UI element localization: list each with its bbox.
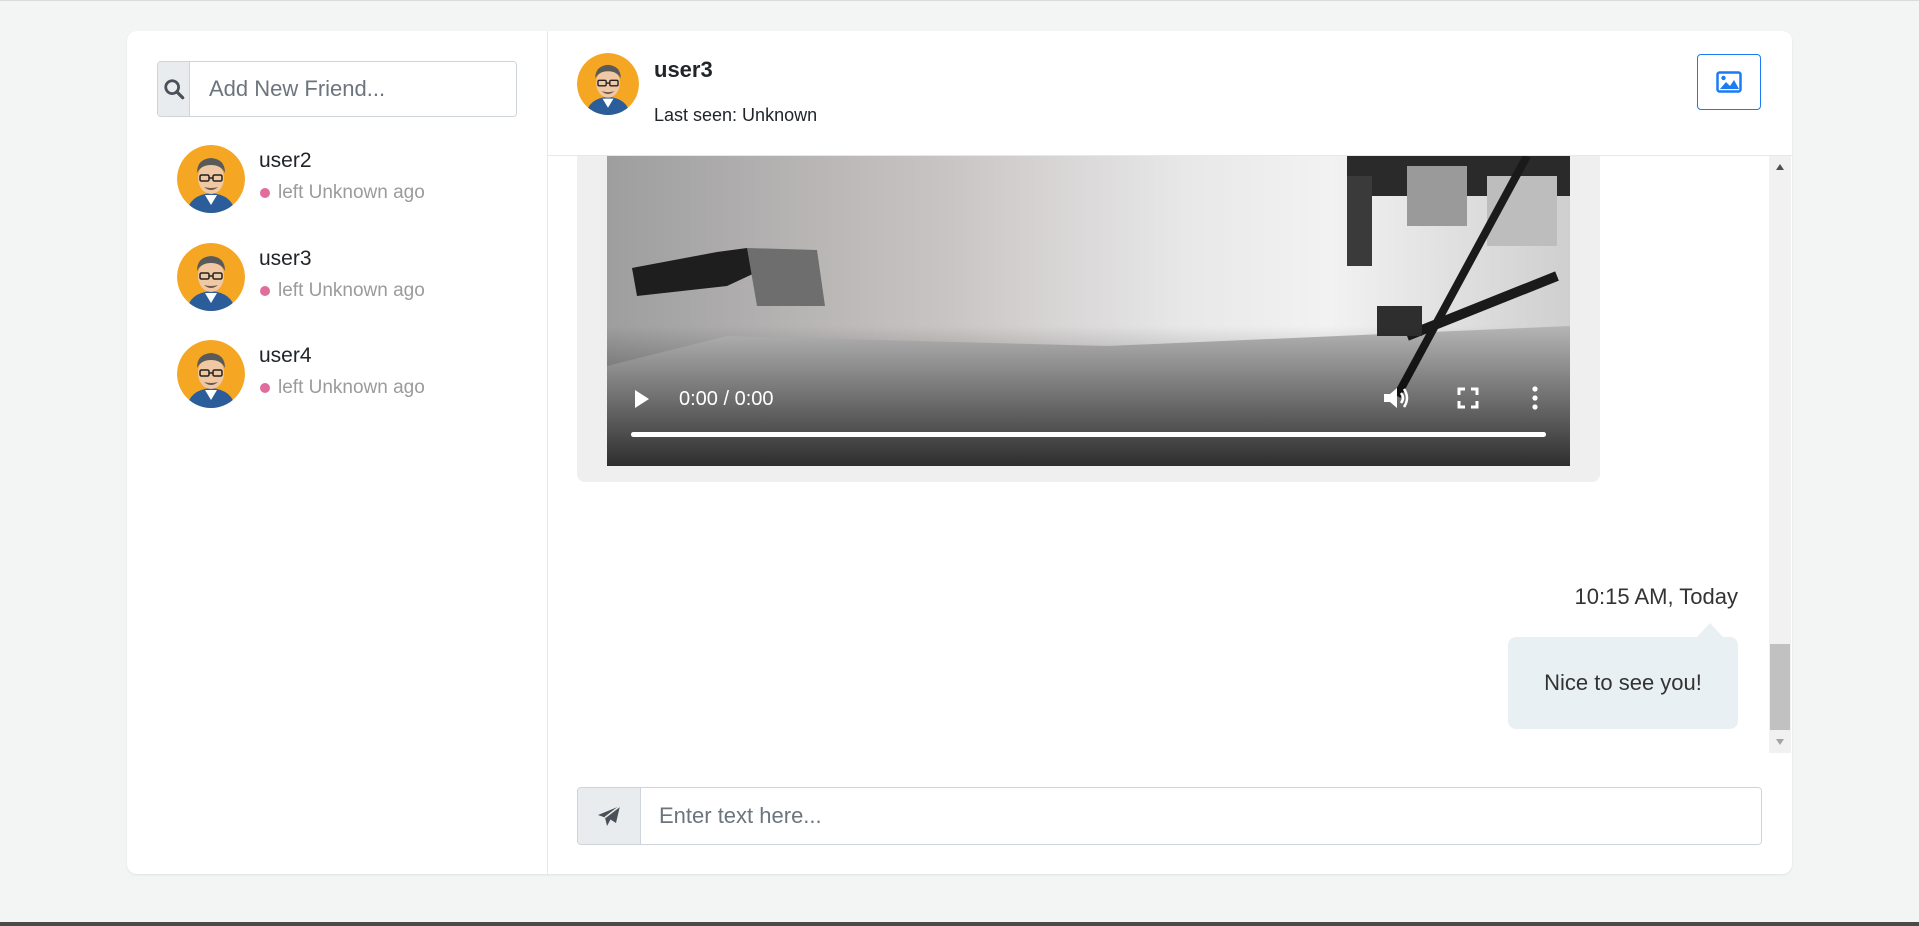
friend-status-text: left Unknown ago xyxy=(278,280,425,301)
fullscreen-icon[interactable] xyxy=(1457,387,1479,414)
message-history: 0:00 / 0:00 10:15 AM, Today Nice to see … xyxy=(548,156,1792,753)
video-progress-bar[interactable] xyxy=(631,432,1546,437)
outgoing-message-bubble: Nice to see you! xyxy=(1508,637,1738,729)
friend-status: left Unknown ago xyxy=(259,377,425,399)
paper-plane-icon[interactable] xyxy=(578,788,641,844)
scroll-up-arrow-icon[interactable] xyxy=(1769,156,1791,178)
volume-icon[interactable] xyxy=(1382,385,1410,416)
friend-name: user3 xyxy=(259,247,312,270)
video-progress-fill xyxy=(631,432,1546,437)
friends-panel: user2 left Unknown ago user3 left xyxy=(127,31,548,874)
avatar xyxy=(177,145,245,213)
send-image-button[interactable] xyxy=(1697,54,1761,110)
avatar xyxy=(177,340,245,408)
scrollbar-thumb[interactable] xyxy=(1770,644,1790,730)
message-input[interactable] xyxy=(641,788,1761,844)
search-icon[interactable] xyxy=(158,62,190,116)
scroll-down-arrow-icon[interactable] xyxy=(1769,731,1791,753)
message-timestamp: 10:15 AM, Today xyxy=(1574,584,1739,609)
last-seen: Last seen: Unknown xyxy=(654,105,818,125)
avatar xyxy=(177,243,245,311)
offline-status-dot xyxy=(260,286,270,296)
play-icon[interactable] xyxy=(633,388,651,415)
friend-status-text: left Unknown ago xyxy=(278,377,425,398)
friend-status: left Unknown ago xyxy=(259,182,425,204)
chat-header: user3 Last seen: Unknown xyxy=(548,31,1792,156)
avatar xyxy=(577,53,639,115)
image-icon xyxy=(1716,71,1742,93)
friend-status-text: left Unknown ago xyxy=(278,182,425,203)
add-friend-search xyxy=(157,61,517,117)
offline-status-dot xyxy=(260,188,270,198)
friend-status: left Unknown ago xyxy=(259,280,425,302)
friend-item-user4[interactable]: user4 left Unknown ago xyxy=(177,340,497,412)
window-top-border xyxy=(0,0,1919,1)
chat-title: user3 xyxy=(654,57,713,82)
message-text: Nice to see you! xyxy=(1544,670,1702,695)
video-player[interactable]: 0:00 / 0:00 xyxy=(607,156,1570,466)
message-composer xyxy=(577,787,1762,845)
bubble-tail xyxy=(1696,623,1724,638)
window-bottom-border xyxy=(0,922,1919,926)
friend-name: user4 xyxy=(259,344,312,367)
more-options-icon[interactable] xyxy=(1531,386,1539,415)
video-time: 0:00 / 0:00 xyxy=(679,388,774,410)
chat-panel: user3 Last seen: Unknown 0:00 / 0:00 10:… xyxy=(548,31,1792,874)
chat-app-card: user2 left Unknown ago user3 left xyxy=(127,31,1792,874)
add-friend-input[interactable] xyxy=(190,62,516,116)
video-message: 0:00 / 0:00 xyxy=(577,156,1600,482)
friend-name: user2 xyxy=(259,149,312,172)
friend-item-user3[interactable]: user3 left Unknown ago xyxy=(177,243,497,315)
friend-item-user2[interactable]: user2 left Unknown ago xyxy=(177,145,497,217)
offline-status-dot xyxy=(260,383,270,393)
history-scrollbar[interactable] xyxy=(1769,156,1791,753)
